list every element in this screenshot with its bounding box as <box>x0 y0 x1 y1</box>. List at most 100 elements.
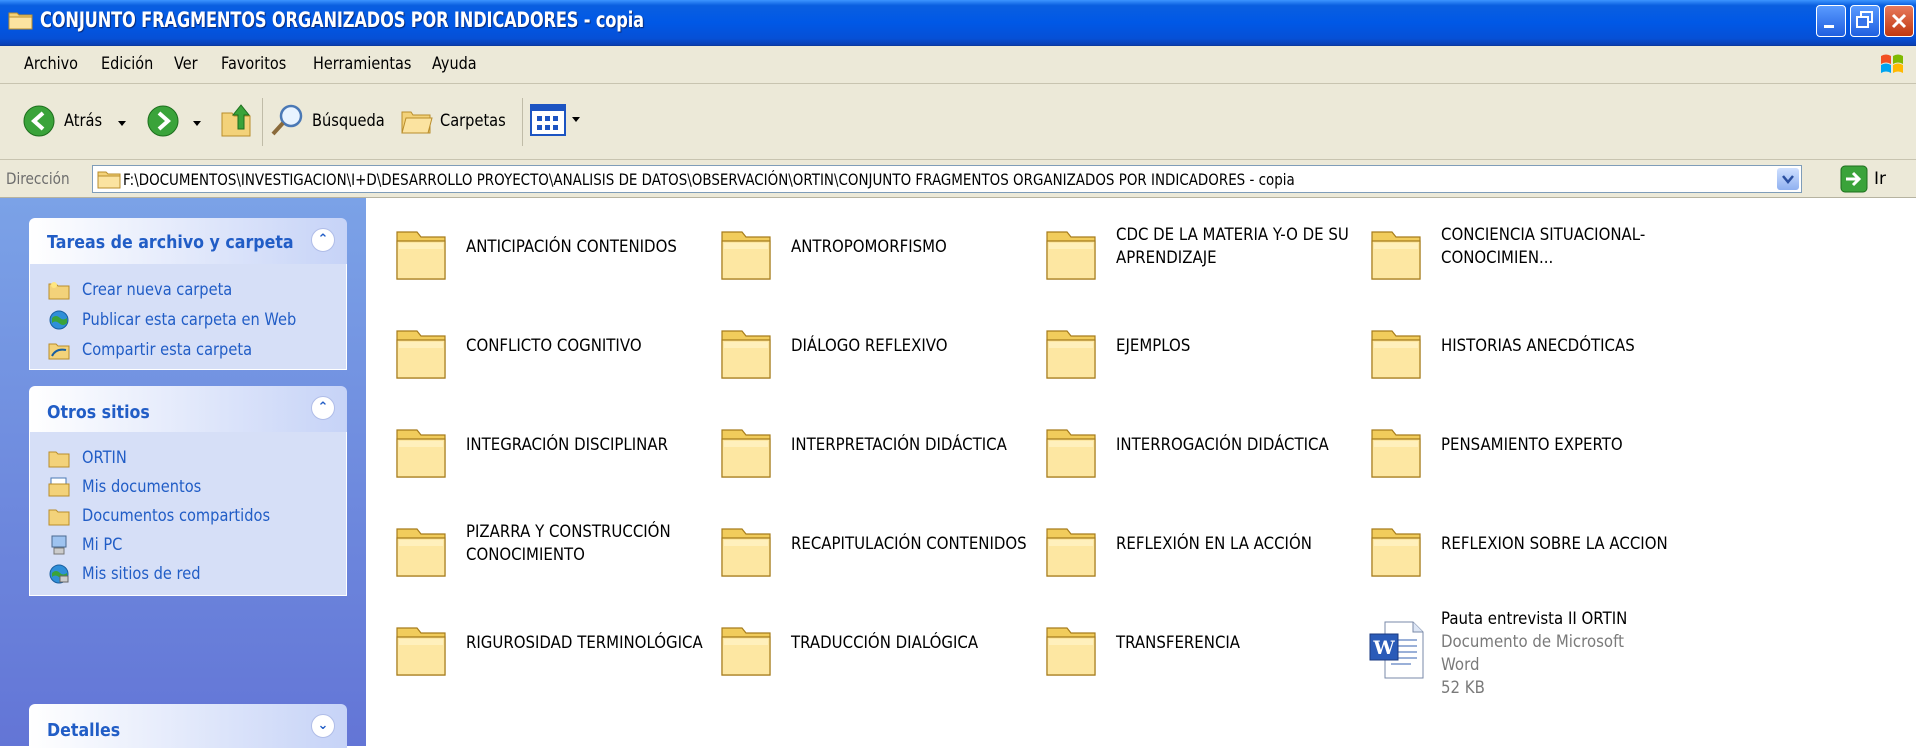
task-label: Crear nueva carpeta <box>82 280 233 300</box>
place-label: Mi PC <box>82 535 123 555</box>
file-list-view: ANTICIPACIÓN CONTENIDOS ANTROPOMORFISMO CD… <box>366 198 1916 746</box>
folder-icon <box>1044 323 1100 383</box>
up-folder-icon[interactable] <box>220 101 252 139</box>
folder-name: PENSAMIENTO EXPERTO <box>1441 434 1623 455</box>
address-input[interactable]: F:\DOCUMENTOS\INVESTIGACION\I+D\DESARROL… <box>92 165 1802 193</box>
folder-item[interactable]: PENSAMIENTO EXPERTO <box>1353 400 1678 490</box>
folder-name: PIZARRA Y CONSTRUCCIÓN CONOCIMIENTO <box>466 522 671 565</box>
place-label: Documentos compartidos <box>82 506 271 526</box>
folder-icon <box>394 422 450 482</box>
folder-item[interactable]: INTERROGACIÓN DIDÁCTICA <box>1028 400 1353 490</box>
folder-name: TRADUCCIÓN DIALÓGICA <box>791 632 979 653</box>
folder-icon <box>1044 521 1100 581</box>
folder-name: RECAPITULACIÓN CONTENIDOS <box>791 533 1027 554</box>
menu-ver[interactable]: Ver <box>174 54 198 74</box>
folder-name: REFLEXION SOBRE LA ACCION <box>1441 533 1668 554</box>
toolbar: Atrás Búsqueda Carpetas <box>0 84 1916 160</box>
folder-item[interactable]: ANTICIPACIÓN CONTENIDOS <box>378 202 703 292</box>
folder-item[interactable]: RIGUROSIDAD TERMINOLÓGICA <box>378 598 703 688</box>
maximize-button[interactable] <box>1850 5 1880 37</box>
folder-item[interactable]: TRANSFERENCIA <box>1028 598 1353 688</box>
views-icon <box>530 104 566 136</box>
folder-name: EJEMPLOS <box>1116 335 1191 356</box>
folder-item[interactable]: ANTROPOMORFISMO <box>703 202 1028 292</box>
folder-icon <box>8 12 33 30</box>
folder-icon <box>1369 224 1425 284</box>
my-computer-icon <box>51 535 67 555</box>
back-button[interactable]: Atrás <box>22 100 132 142</box>
back-arrow-icon <box>23 105 55 137</box>
restore-icon <box>1856 11 1873 28</box>
folder-icon <box>719 422 775 482</box>
address-dropdown-button[interactable] <box>1777 168 1799 190</box>
file-item[interactable]: W Pauta entrevista II ORTIN Documento de M… <box>1353 598 1678 698</box>
go-label: Ir <box>1874 169 1887 189</box>
folder-icon <box>1369 422 1425 482</box>
details-title: Detalles <box>47 720 121 741</box>
go-button[interactable]: Ir <box>1840 165 1910 193</box>
forward-arrow-icon[interactable] <box>146 104 180 138</box>
search-label: Búsqueda <box>312 111 385 131</box>
folder-name: CONFLICTO COGNITIVO <box>466 335 642 356</box>
folder-icon <box>1044 620 1100 680</box>
task-label: Compartir esta carpeta <box>82 340 253 360</box>
folder-item[interactable]: REFLEXION SOBRE LA ACCION <box>1353 499 1678 589</box>
svg-text:W: W <box>1372 637 1395 659</box>
folder-item[interactable]: PIZARRA Y CONSTRUCCIÓN CONOCIMIENTO <box>378 499 703 589</box>
collapse-icon[interactable]: ⌃ <box>311 228 335 252</box>
folder-icon <box>394 323 450 383</box>
folder-item[interactable]: DIÁLOGO REFLEXIVO <box>703 301 1028 391</box>
folder-item[interactable]: CONFLICTO COGNITIVO <box>378 301 703 391</box>
folders-button[interactable]: Carpetas <box>400 100 515 142</box>
forward-dropdown-icon[interactable] <box>193 121 203 129</box>
folder-name: TRANSFERENCIA <box>1116 632 1241 653</box>
folder-item[interactable]: EJEMPLOS <box>1028 301 1353 391</box>
menu-favoritos[interactable]: Favoritos <box>221 54 286 74</box>
window-title: CONJUNTO FRAGMENTOS ORGANIZADOS POR INDI… <box>40 8 644 32</box>
folders-label: Carpetas <box>440 111 506 131</box>
folder-icon <box>1044 224 1100 284</box>
my-documents-icon <box>48 477 70 497</box>
menu-ayuda[interactable]: Ayuda <box>432 54 477 74</box>
folder-icon <box>719 620 775 680</box>
file-tasks-panel: Tareas de archivo y carpeta ⌃ Crear nuev… <box>29 218 347 370</box>
collapse-icon[interactable]: ⌃ <box>311 396 335 420</box>
menu-archivo[interactable]: Archivo <box>24 54 78 74</box>
title-bar[interactable]: CONJUNTO FRAGMENTOS ORGANIZADOS POR INDI… <box>0 0 1916 46</box>
file-size: 52 KB <box>1441 678 1485 698</box>
folder-item[interactable]: REFLEXIÓN EN LA ACCIÓN <box>1028 499 1353 589</box>
folder-item[interactable]: CDC DE LA MATERIA Y-O DE SU APRENDIZAJE <box>1028 202 1353 292</box>
place-label: ORTIN <box>82 448 127 468</box>
folder-name: INTEGRACIÓN DISCIPLINAR <box>466 434 669 455</box>
back-dropdown-icon[interactable] <box>118 121 128 129</box>
expand-icon[interactable]: ⌄ <box>311 714 335 738</box>
details-header[interactable]: Detalles ⌄ <box>29 704 347 748</box>
views-button[interactable] <box>530 104 584 138</box>
file-tasks-header[interactable]: Tareas de archivo y carpeta ⌃ <box>29 218 347 264</box>
folder-icon <box>394 224 450 284</box>
menu-herramientas[interactable]: Herramientas <box>313 54 411 74</box>
folder-name: HISTORIAS ANECDÓTICAS <box>1441 335 1635 356</box>
share-folder-icon <box>48 343 70 360</box>
chevron-down-icon <box>1782 175 1794 184</box>
folder-icon <box>97 171 121 189</box>
folder-item[interactable]: TRADUCCIÓN DIALÓGICA <box>703 598 1028 688</box>
folder-item[interactable]: CONCIENCIA SITUACIONAL-CONOCIMIEN... <box>1353 202 1678 292</box>
task-pane: Tareas de archivo y carpeta ⌃ Crear nuev… <box>0 198 366 748</box>
close-button[interactable] <box>1884 5 1914 37</box>
folder-item[interactable]: HISTORIAS ANECDÓTICAS <box>1353 301 1678 391</box>
other-places-title: Otros sitios <box>47 402 150 423</box>
file-name: Pauta entrevista II ORTIN <box>1441 609 1628 629</box>
folder-item[interactable]: RECAPITULACIÓN CONTENIDOS <box>703 499 1028 589</box>
new-folder-icon <box>48 282 70 300</box>
file-tasks-title: Tareas de archivo y carpeta <box>47 232 294 253</box>
go-arrow-icon <box>1840 165 1868 193</box>
other-places-header[interactable]: Otros sitios ⌃ <box>29 386 347 432</box>
folder-name: CDC DE LA MATERIA Y-O DE SU APRENDIZAJE <box>1116 225 1349 268</box>
search-button[interactable]: Búsqueda <box>270 100 390 142</box>
minimize-button[interactable] <box>1816 5 1846 37</box>
menu-edicion[interactable]: Edición <box>101 54 153 74</box>
folder-item[interactable]: INTERPRETACIÓN DIDÁCTICA <box>703 400 1028 490</box>
folder-item[interactable]: INTEGRACIÓN DISCIPLINAR <box>378 400 703 490</box>
folder-name: INTERROGACIÓN DIDÁCTICA <box>1116 434 1329 455</box>
